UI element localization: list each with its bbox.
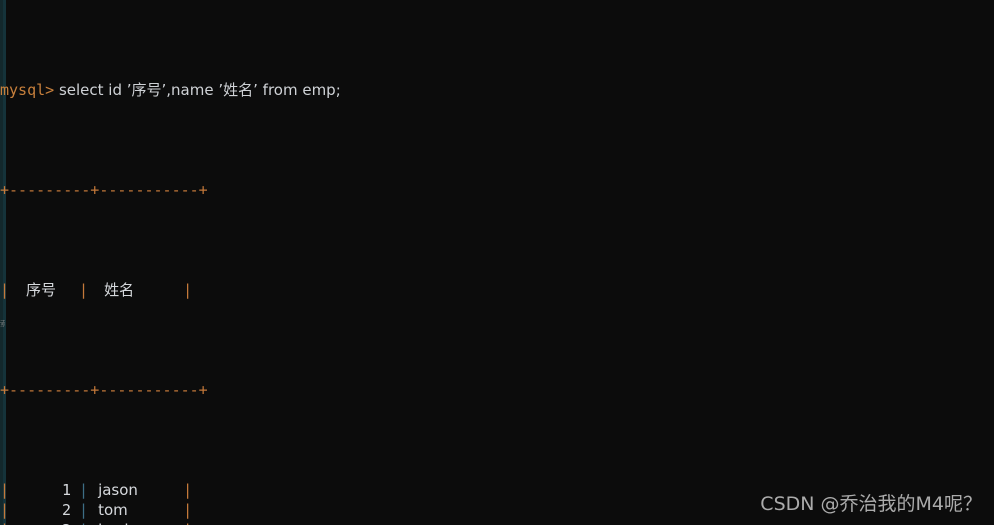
table-rule-top: +---------+-----------+ — [0, 180, 994, 200]
sql-command-text: select id ’序号’,name ’姓名’ from emp; — [54, 81, 341, 99]
cell-id: 1 — [62, 481, 72, 499]
mysql-prompt: mysql> — [0, 81, 55, 99]
row-pipe-right: | — [183, 521, 192, 525]
row-pipe-left: | — [0, 481, 10, 499]
row-pipe-mid: | — [79, 481, 89, 499]
header-pipe-left: | — [0, 281, 10, 299]
row-pipe-mid: | — [79, 501, 89, 519]
table-row: |3|kevin| — [0, 520, 994, 525]
header-pipe-right: | — [183, 281, 193, 299]
row-pipe-right: | — [183, 481, 193, 499]
rule-glyphs: +---------+-----------+ — [0, 181, 208, 199]
header-pipe-mid: | — [79, 281, 89, 299]
cell-name: jason — [98, 481, 138, 499]
table-rule-header: +---------+-----------+ — [0, 380, 994, 400]
row-pipe-right: | — [183, 501, 193, 519]
cell-id: 2 — [62, 501, 72, 519]
rule-glyphs: +---------+-----------+ — [0, 381, 208, 399]
cell-id: 3 — [9, 520, 79, 525]
row-pipe-left: | — [0, 521, 9, 525]
column-header-id: 序号 — [26, 281, 57, 299]
cell-name: kevin — [88, 520, 183, 525]
console-output: mysql> select id ’序号’,name ’姓名’ from emp… — [0, 0, 994, 525]
terminal-window[interactable]: 索 mysql> select id ’序号’,name ’姓名’ from e… — [0, 0, 994, 525]
row-pipe-left: | — [0, 501, 10, 519]
column-header-name: 姓名 — [104, 281, 135, 299]
row-pipe-mid: | — [79, 521, 88, 525]
command-line: mysql> select id ’序号’,name ’姓名’ from emp… — [0, 80, 994, 100]
table-header-row: | 序号 | 姓名 | — [0, 280, 994, 300]
cell-name: tom — [98, 501, 128, 519]
csdn-watermark: CSDN @乔治我的M4呢？ — [760, 493, 982, 515]
